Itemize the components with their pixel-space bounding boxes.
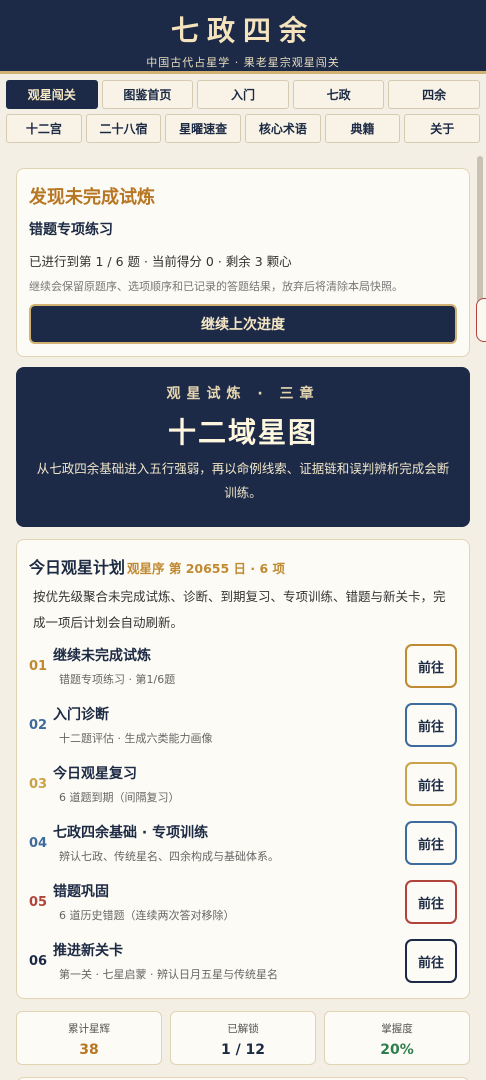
task-number: 01 (29, 658, 48, 674)
plan-title: 今日观星计划 (29, 558, 126, 577)
chapter-kicker: 观星试炼 · 三章 (166, 386, 320, 402)
stat-unlocked: 已解锁 1 / 12 (170, 1011, 316, 1065)
nav-tab-28-mansions[interactable]: 二十八宿 (85, 114, 162, 143)
plan-meta: 观星序 第 20655 日 · 6 项 (127, 561, 286, 576)
task-detail: 十二题评估 · 生成六类能力画像 (59, 732, 213, 745)
stat-value: 20% (380, 1042, 414, 1058)
nav-tab-intro[interactable]: 入门 (197, 80, 289, 109)
task-number: 04 (29, 835, 48, 851)
nav-tab-seven-governors[interactable]: 七政 (292, 80, 385, 109)
resume-subtitle: 错题专项练习 (29, 222, 113, 238)
nav-tab-classics[interactable]: 典籍 (324, 114, 401, 143)
nav-tab-about[interactable]: 关于 (404, 114, 481, 143)
daily-plan-card: 今日观星计划 观星序 第 20655 日 · 6 项 按优先级聚合未完成试炼、诊… (16, 539, 470, 999)
plan-task: 06 推进新关卡 第一关 · 七星启蒙 · 辨认日月五星与传统星名 前往 (29, 932, 457, 990)
go-button[interactable]: 前往 (405, 762, 457, 806)
task-body: 推进新关卡 第一关 · 七星启蒙 · 辨认日月五星与传统星名 (53, 940, 405, 982)
task-number: 06 (29, 953, 48, 969)
app-header: 七政四余 中国古代占星学 · 果老星宗观星闯关 (0, 0, 486, 74)
task-name: 错题巩固 (53, 884, 109, 900)
plan-task: 04 七政四余基础 · 专项训练 辨认七政、传统星名、四余构成与基础体系。 前往 (29, 814, 457, 872)
plan-task: 01 继续未完成试炼 错题专项练习 · 第1/6题 前往 (29, 637, 457, 695)
chapter-title: 十二域星图 (167, 416, 318, 449)
task-detail: 6 道历史错题（连续两次答对移除） (59, 909, 235, 922)
stat-label: 掌握度 (381, 1023, 413, 1035)
plan-task: 02 入门诊断 十二题评估 · 生成六类能力画像 前往 (29, 696, 457, 754)
task-name: 今日观星复习 (53, 766, 137, 782)
task-name: 七政四余基础 · 专项训练 (53, 825, 209, 841)
nav-tab-core-terms[interactable]: 核心术语 (245, 114, 321, 143)
nav-tab-four-remainders[interactable]: 四余 (388, 80, 480, 109)
go-button[interactable]: 前往 (405, 821, 457, 865)
task-number: 02 (29, 717, 48, 733)
main-content: 发现未完成试炼 错题专项练习 已进行到第 1 / 6 题 · 当前得分 0 · … (0, 150, 486, 1080)
stat-label: 已解锁 (227, 1023, 259, 1035)
go-button[interactable]: 前往 (405, 703, 457, 747)
resume-title: 发现未完成试炼 (29, 187, 155, 208)
task-number: 05 (29, 894, 48, 910)
resume-progress: 已进行到第 1 / 6 题 · 当前得分 0 · 剩余 3 颗心 (29, 254, 292, 269)
plan-task: 03 今日观星复习 6 道题到期（间隔复习） 前往 (29, 755, 457, 813)
chapter-banner[interactable]: 观星试炼 · 三章 十二域星图 从七政四余基础进入五行强弱，再以命例线索、证据链… (16, 367, 470, 527)
task-body: 错题巩固 6 道历史错题（连续两次答对移除） (53, 881, 405, 923)
stat-value: 1 / 12 (220, 1042, 266, 1058)
nav-tab-twelve-palaces[interactable]: 十二宫 (6, 114, 82, 143)
task-detail: 第一关 · 七星启蒙 · 辨认日月五星与传统星名 (59, 968, 278, 981)
task-body: 继续未完成试炼 错题专项练习 · 第1/6题 (53, 645, 405, 687)
task-body: 今日观星复习 6 道题到期（间隔复习） (53, 763, 405, 805)
stat-mastery: 掌握度 20% (324, 1011, 470, 1065)
app-title: 七政四余 (170, 14, 315, 47)
task-body: 入门诊断 十二题评估 · 生成六类能力画像 (53, 704, 405, 746)
nav-tab-challenge[interactable]: 观星闯关 (6, 80, 98, 109)
go-button[interactable]: 前往 (405, 644, 457, 688)
app-subtitle: 中国古代占星学 · 果老星宗观星闯关 (146, 56, 340, 69)
stat-value: 38 (79, 1042, 99, 1058)
main-nav: 观星闯关 图鉴首页 入门 七政 四余 十二宫 二十八宿 星曜速查 核心术语 典籍… (0, 74, 486, 143)
resume-note: 继续会保留原题序、选项顺序和已记录的答题结果，放弃后将清除本局快照。 (29, 280, 403, 293)
task-detail: 错题专项练习 · 第1/6题 (59, 673, 176, 686)
task-name: 入门诊断 (53, 707, 109, 723)
task-name: 继续未完成试炼 (53, 648, 151, 664)
go-button[interactable]: 前往 (405, 880, 457, 924)
task-detail: 辨认七政、传统星名、四余构成与基础体系。 (59, 850, 279, 863)
chapter-description: 从七政四余基础进入五行强弱，再以命例线索、证据链和误判辨析完成会断训练。 (36, 461, 450, 500)
task-name: 推进新关卡 (53, 943, 123, 959)
task-number: 03 (29, 776, 48, 792)
stat-star-glory: 累计星辉 38 (16, 1011, 162, 1065)
stats-row: 累计星辉 38 已解锁 1 / 12 掌握度 20% (16, 1011, 470, 1065)
stat-label: 累计星辉 (68, 1023, 110, 1035)
resume-button[interactable]: 继续上次进度 (29, 304, 457, 344)
nav-tab-star-lookup[interactable]: 星曜速查 (165, 114, 242, 143)
go-button[interactable]: 前往 (405, 939, 457, 983)
nav-row-1: 观星闯关 图鉴首页 入门 七政 四余 (6, 80, 480, 109)
task-detail: 6 道题到期（间隔复习） (59, 791, 180, 804)
nav-row-2: 十二宫 二十八宿 星曜速查 核心术语 典籍 关于 (6, 114, 481, 143)
resume-card: 发现未完成试炼 错题专项练习 已进行到第 1 / 6 题 · 当前得分 0 · … (16, 168, 470, 357)
plan-header: 今日观星计划 观星序 第 20655 日 · 6 项 (29, 554, 457, 578)
plan-description: 按优先级聚合未完成试炼、诊断、到期复习、专项训练、错题与新关卡，完成一项后计划会… (33, 589, 446, 630)
task-body: 七政四余基础 · 专项训练 辨认七政、传统星名、四余构成与基础体系。 (53, 822, 405, 864)
nav-tab-atlas-home[interactable]: 图鉴首页 (101, 80, 194, 109)
plan-task: 05 错题巩固 6 道历史错题（连续两次答对移除） 前往 (29, 873, 457, 931)
